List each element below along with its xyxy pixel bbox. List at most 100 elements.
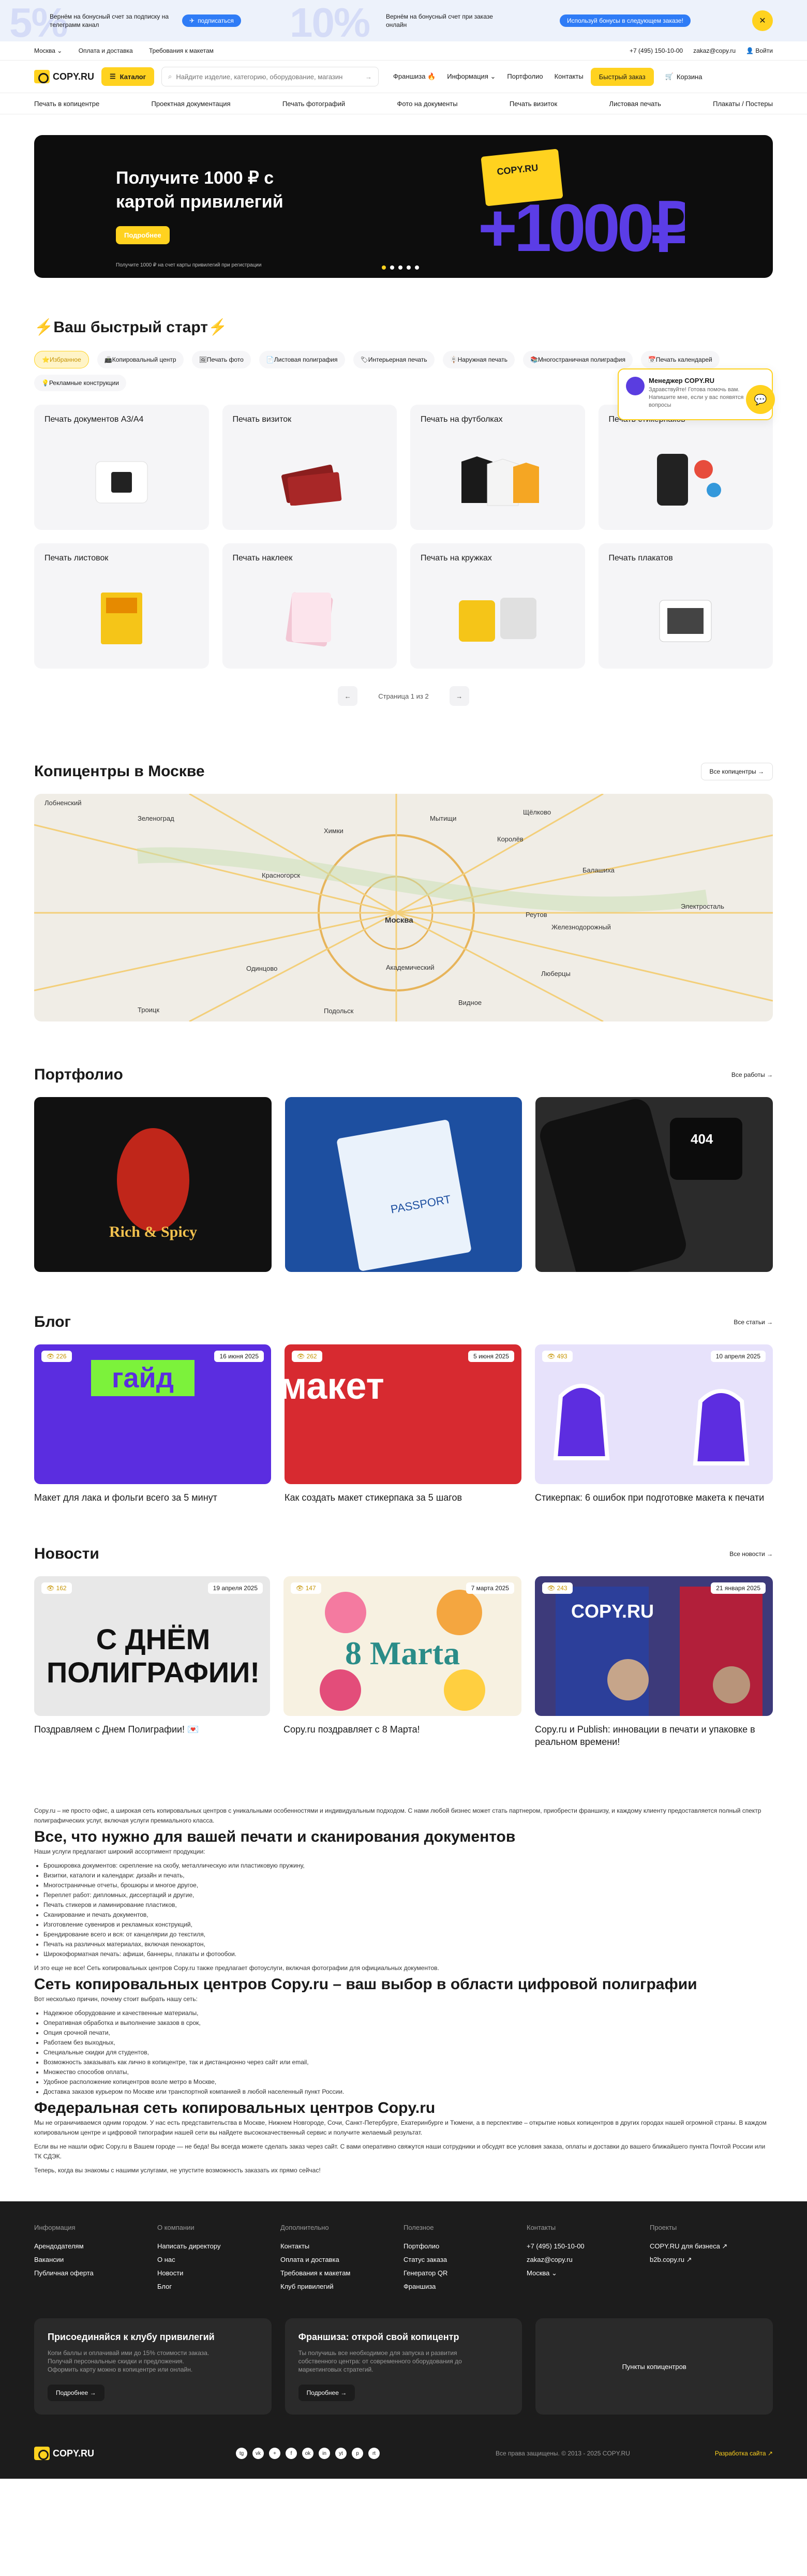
quick-order-button[interactable]: Быстрый заказ <box>590 67 654 86</box>
footer-link[interactable]: Вакансии <box>34 2253 157 2267</box>
tab-photo[interactable]: 🖼Печать фото <box>191 351 251 368</box>
all-news-link[interactable]: Все новости → <box>729 1550 773 1558</box>
subscribe-button[interactable]: ✈ подписаться <box>182 14 241 27</box>
prev-page-button[interactable]: ← <box>338 686 358 706</box>
footer-link[interactable]: О нас <box>157 2253 280 2267</box>
franchise-more-button[interactable]: Подробнее → <box>298 2385 355 2401</box>
nav-franchise[interactable]: Франшиза 🔥 <box>393 72 436 81</box>
product-card[interactable]: Печать на кружках <box>410 543 585 669</box>
close-icon[interactable]: ✕ <box>752 10 773 31</box>
portfolio-item[interactable]: Rich & Spicy <box>34 1097 272 1272</box>
footer-link[interactable]: Новости <box>157 2267 280 2280</box>
news-card[interactable]: С ДНЁМ ПОЛИГРАФИИ! 👁 162 19 апреля 2025 … <box>34 1576 270 1748</box>
catnav-item[interactable]: Фото на документы <box>397 100 457 108</box>
product-card[interactable]: Печать наклеек <box>222 543 397 669</box>
topbar-link-payment[interactable]: Оплата и доставка <box>79 47 133 54</box>
footer-link[interactable]: Арендодателям <box>34 2240 157 2253</box>
facebook-icon[interactable]: f <box>286 2448 297 2459</box>
topbar-link-requirements[interactable]: Требования к макетам <box>149 47 214 54</box>
footer-link[interactable]: Блог <box>157 2280 280 2293</box>
email-link[interactable]: zakaz@copy.ru <box>693 47 736 54</box>
footer-link[interactable]: Клуб привилегий <box>280 2280 404 2293</box>
tab-favorites[interactable]: ⭐Избранное <box>34 351 89 368</box>
all-works-link[interactable]: Все работы → <box>731 1071 773 1078</box>
login-button[interactable]: 👤 Войти <box>746 47 773 54</box>
tab-outdoor[interactable]: 🪧Наружная печать <box>442 351 515 368</box>
rutube-icon[interactable]: rt <box>368 2448 380 2459</box>
carousel-dot[interactable] <box>390 265 394 270</box>
cart-button[interactable]: 🛒 Корзина <box>665 72 703 81</box>
footer-link[interactable]: Портфолио <box>404 2240 527 2253</box>
footer-link[interactable]: Оплата и доставка <box>280 2253 404 2267</box>
news-card[interactable]: COPY.RU 👁 243 21 января 2025 Copy.ru и P… <box>535 1576 773 1748</box>
tab-sheet[interactable]: 📄Листовая полиграфия <box>259 351 345 368</box>
carousel-dot[interactable] <box>407 265 411 270</box>
portfolio-item[interactable]: PASSPORT <box>285 1097 522 1272</box>
product-card[interactable]: Печать стикерпаков <box>598 405 773 530</box>
footer-link[interactable]: Публичная оферта <box>34 2267 157 2280</box>
footer-phone[interactable]: +7 (495) 150-10-00 <box>527 2240 650 2253</box>
nav-contacts[interactable]: Контакты <box>555 72 584 81</box>
tab-interior[interactable]: 🏷Интерьерная печать <box>353 351 435 368</box>
catnav-item[interactable]: Плакаты / Постеры <box>713 100 773 108</box>
pinterest-icon[interactable]: p <box>352 2448 364 2459</box>
tab-calendars[interactable]: 📅Печать календарей <box>640 351 720 368</box>
catnav-item[interactable]: Печать в копицентре <box>34 100 99 108</box>
blog-card[interactable]: макет 👁 262 5 июня 2025 Как создать маке… <box>285 1344 521 1504</box>
footer-link[interactable]: Контакты <box>280 2240 404 2253</box>
next-page-button[interactable]: → <box>449 686 469 706</box>
youtube-icon[interactable]: yt <box>335 2448 347 2459</box>
product-card[interactable]: Печать листовок <box>34 543 209 669</box>
tab-copy-center[interactable]: 📠Копировальный центр <box>97 351 184 368</box>
footer-link[interactable]: Статус заказа <box>404 2253 527 2267</box>
map[interactable]: Лобненский Мытищи Химки Щёлково Королёв … <box>34 794 773 1021</box>
catnav-item[interactable]: Печать визиток <box>510 100 557 108</box>
catnav-item[interactable]: Проектная документация <box>152 100 231 108</box>
nav-portfolio[interactable]: Портфолио <box>507 72 543 81</box>
footer-link[interactable]: COPY.RU для бизнеса ↗ <box>650 2240 773 2253</box>
tab-multipage[interactable]: 📚Многостраничная полиграфия <box>522 351 633 368</box>
privilege-more-button[interactable]: Подробнее → <box>48 2385 104 2401</box>
tab-advertising[interactable]: 💡Рекламные конструкции <box>34 375 126 391</box>
news-card[interactable]: 8 Marta 👁 147 7 марта 2025 Copy.ru поздр… <box>283 1576 521 1748</box>
product-card[interactable]: Печать на футболках <box>410 405 585 530</box>
carousel-dot[interactable] <box>415 265 419 270</box>
instagram-icon[interactable]: in <box>319 2448 331 2459</box>
vk-icon[interactable]: vk <box>252 2448 264 2459</box>
footer-link[interactable]: b2b.copy.ru ↗ <box>650 2253 773 2267</box>
catnav-item[interactable]: Листовая печать <box>609 100 661 108</box>
logo[interactable]: COPY.RU <box>34 70 94 83</box>
dev-link[interactable]: Разработка сайта ↗ <box>715 2450 773 2457</box>
hero-button[interactable]: Подробнее <box>116 226 170 244</box>
chat-icon[interactable]: 💬 <box>746 385 775 414</box>
city-selector[interactable]: Москва ⌄ <box>34 47 62 54</box>
copy-points-card[interactable]: Пункты копицентров <box>535 2318 773 2415</box>
catnav-item[interactable]: Печать фотографий <box>282 100 345 108</box>
catalog-button[interactable]: ☰ Каталог <box>101 67 155 86</box>
blog-card[interactable]: 👁 493 10 апреля 2025 Стикерпак: 6 ошибок… <box>535 1344 773 1504</box>
carousel-dot[interactable] <box>382 265 386 270</box>
product-card[interactable]: Печать визиток <box>222 405 397 530</box>
portfolio-item[interactable]: 404 <box>535 1097 773 1272</box>
footer-logo[interactable]: COPY.RU <box>34 2447 94 2460</box>
ok-icon[interactable]: ok <box>302 2448 314 2459</box>
search-input[interactable] <box>176 72 362 81</box>
product-card[interactable]: Печать документов А3/А4 <box>34 405 209 530</box>
all-centers-button[interactable]: Все копицентры → <box>700 763 773 780</box>
blog-card[interactable]: гайд 👁 226 16 июня 2025 Макет для лака и… <box>34 1344 271 1504</box>
footer-link[interactable]: Написать директору <box>157 2240 280 2253</box>
footer-email[interactable]: zakaz@copy.ru <box>527 2253 650 2267</box>
plus-icon[interactable]: + <box>269 2448 281 2459</box>
arrow-right-icon[interactable]: → <box>365 73 372 81</box>
hero-banner[interactable]: Получите 1000 ₽ с картой привилегий Подр… <box>34 135 773 278</box>
footer-city[interactable]: Москва ⌄ <box>527 2267 650 2280</box>
product-card[interactable]: Печать плакатов <box>598 543 773 669</box>
footer-link[interactable]: Требования к макетам <box>280 2267 404 2280</box>
carousel-dot[interactable] <box>398 265 402 270</box>
nav-info[interactable]: Информация ⌄ <box>447 72 496 81</box>
telegram-icon[interactable]: tg <box>236 2448 248 2459</box>
phone-link[interactable]: +7 (495) 150-10-00 <box>630 47 683 54</box>
all-articles-link[interactable]: Все статьи → <box>734 1319 773 1326</box>
bonus-button[interactable]: Используй бонусы в следующем заказе! <box>560 14 691 27</box>
footer-link[interactable]: Франшиза <box>404 2280 527 2293</box>
